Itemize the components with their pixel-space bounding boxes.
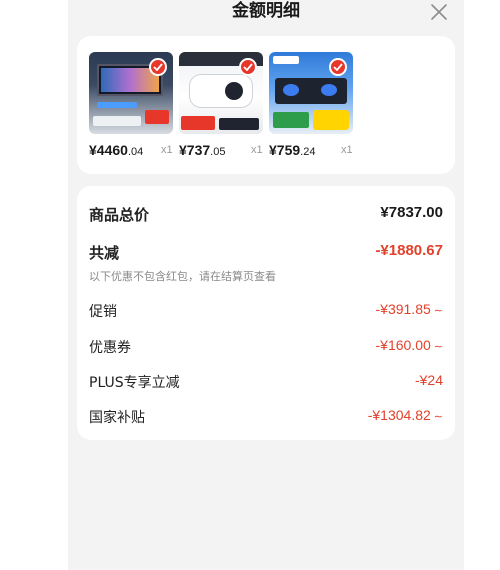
total-price-label: 商品总价	[89, 206, 150, 224]
discount-label: 国家补贴	[89, 410, 145, 426]
total-discount-value: -¥1880.67	[375, 242, 443, 259]
price-decimal: .04	[127, 146, 144, 158]
product-price: ¥759.24	[269, 142, 315, 158]
close-icon	[431, 4, 447, 20]
product-thumbnail[interactable]	[179, 52, 263, 134]
selected-badge	[329, 58, 347, 76]
product-item[interactable]: ¥4460.04 x1	[89, 52, 173, 158]
product-item[interactable]: ¥759.24 x1	[269, 52, 353, 158]
chevron-down-icon: ∼	[433, 411, 443, 423]
product-thumbnail[interactable]	[269, 52, 353, 134]
price-integer: ¥4460	[89, 142, 128, 158]
discount-value: -¥160.00 ∼	[376, 337, 444, 353]
product-thumbnail[interactable]	[89, 52, 173, 134]
discount-amount: -¥160.00	[375, 337, 431, 353]
product-quantity: x1	[161, 144, 173, 156]
amount-detail-sheet: 金额明细 ¥4460.04 x1 ¥737.05 x1 ¥759.24 x1 商…	[68, 0, 464, 570]
price-decimal: .05	[210, 146, 226, 158]
check-icon	[333, 63, 343, 71]
discount-label: 促销	[89, 304, 117, 320]
chevron-down-icon: ∼	[433, 341, 443, 353]
selected-badge	[239, 58, 257, 76]
discount-value: -¥1304.82 ∼	[368, 407, 443, 423]
product-price: ¥4460.04	[89, 142, 143, 158]
discount-label: 优惠券	[89, 340, 131, 356]
discount-value: -¥391.85 ∼	[376, 301, 444, 317]
product-price: ¥737.05	[179, 142, 225, 158]
price-integer: ¥759	[269, 142, 301, 158]
discount-label: PLUS专享立减	[89, 375, 180, 391]
discount-value: -¥24	[415, 372, 443, 388]
discount-amount: -¥1304.82	[367, 407, 431, 423]
check-icon	[153, 63, 163, 71]
sheet-title: 金额明细	[232, 1, 300, 21]
discount-note: 以下优惠不包含红包，请在结算页查看	[89, 270, 276, 283]
product-item[interactable]: ¥737.05 x1	[179, 52, 263, 158]
product-quantity: x1	[251, 144, 263, 156]
total-discount-label: 共减	[89, 244, 120, 262]
price-decimal: .24	[300, 146, 316, 158]
selected-badge	[149, 58, 167, 76]
close-button[interactable]	[428, 1, 450, 23]
total-price-value: ¥7837.00	[380, 204, 443, 221]
check-icon	[243, 63, 253, 71]
discount-amount: -¥24	[414, 372, 443, 388]
products-card: ¥4460.04 x1 ¥737.05 x1 ¥759.24 x1	[77, 36, 455, 174]
price-integer: ¥737	[179, 142, 211, 158]
price-summary-card: 商品总价 ¥7837.00 共减 -¥1880.67 以下优惠不包含红包，请在结…	[77, 186, 455, 440]
product-quantity: x1	[341, 144, 353, 156]
chevron-down-icon: ∼	[433, 305, 443, 317]
discount-amount: -¥391.85	[375, 301, 431, 317]
